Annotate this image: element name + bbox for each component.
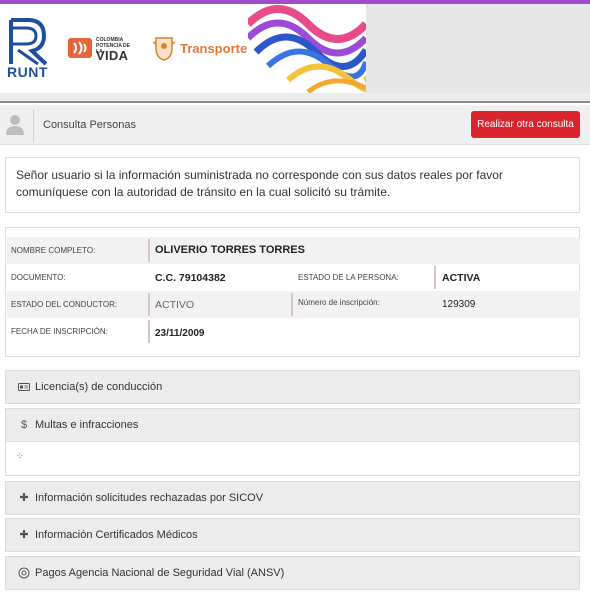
row-documento: DOCUMENTO: C.C. 79104382 ESTADO DE LA PE…: [7, 264, 580, 291]
row-estado-conductor: ESTADO DEL CONDUCTOR: ACTIVO Número de i…: [7, 291, 580, 318]
section-sicov-label: Información solicitudes rechazadas por S…: [35, 492, 264, 504]
id-card-icon: [18, 383, 30, 391]
plus-icon: ✚: [19, 492, 29, 504]
transporte-logo-text: Transporte: [180, 41, 248, 56]
estado-persona-value: ACTIVA: [442, 272, 481, 284]
dollar-icon: $: [20, 419, 28, 431]
documento-label: DOCUMENTO:: [11, 273, 66, 282]
nombre-value: OLIVERIO TORRES TORRES: [155, 244, 305, 256]
field-separator: [291, 293, 293, 316]
numero-inscripcion-label: Número de inscripción:: [298, 298, 380, 307]
section-multas-label: Multas e infracciones: [35, 419, 139, 431]
person-details-panel: NOMBRE COMPLETO: OLIVERIO TORRES TORRES …: [5, 227, 580, 357]
info-notice: Señor usuario si la información suminist…: [5, 157, 580, 213]
section-ansv-label: Pagos Agencia Nacional de Seguridad Vial…: [35, 567, 285, 579]
section-multas[interactable]: $ Multas e infracciones: [5, 408, 580, 442]
documento-value: C.C. 79104382: [155, 272, 226, 284]
payments-icon: [18, 567, 30, 579]
row-nombre: NOMBRE COMPLETO: OLIVERIO TORRES TORRES: [7, 237, 580, 264]
new-query-button[interactable]: Realizar otra consulta: [471, 111, 580, 138]
colombia-logo-icon: [68, 38, 92, 58]
section-licencias[interactable]: Licencia(s) de conducción: [5, 370, 580, 404]
estado-conductor-value: ACTIVO: [155, 299, 195, 311]
field-separator: [148, 320, 150, 343]
section-certificados-label: Información Certificados Médicos: [35, 529, 198, 541]
fecha-inscripcion-label: FECHA DE INSCRIPCIÓN:: [11, 327, 108, 336]
estado-persona-label: ESTADO DE LA PERSONA:: [298, 273, 399, 282]
estado-conductor-label: ESTADO DEL CONDUCTOR:: [11, 300, 118, 309]
plus-icon: ✚: [19, 529, 29, 541]
coat-of-arms-icon: [152, 37, 176, 61]
field-separator: [434, 266, 436, 289]
row-fecha-inscripcion: FECHA DE INSCRIPCIÓN: 23/11/2009: [7, 318, 580, 345]
banner-divider: [0, 101, 590, 103]
numero-inscripcion-value: 129309: [442, 299, 476, 310]
section-multas-body: ⁘: [5, 442, 580, 476]
section-ansv[interactable]: Pagos Agencia Nacional de Seguridad Vial…: [5, 556, 580, 590]
header-banner: RUNT COLOMBIA POTENCIA DE LA VIDA Transp…: [0, 0, 590, 103]
field-separator: [148, 293, 150, 316]
colombia-vida-text: VIDA: [96, 48, 129, 63]
loading-icon: ⁘: [16, 451, 24, 461]
runt-logo-text: RUNT: [7, 64, 48, 80]
banner-gray-area: [366, 4, 590, 96]
decorative-waves-icon: [248, 5, 366, 93]
fecha-inscripcion-value: 23/11/2009: [155, 328, 205, 339]
header-divider: [33, 109, 34, 143]
nombre-label: NOMBRE COMPLETO:: [11, 246, 96, 255]
user-icon: [6, 115, 24, 135]
page-title: Consulta Personas: [43, 119, 136, 131]
section-certificados[interactable]: ✚ Información Certificados Médicos: [5, 518, 580, 552]
section-sicov[interactable]: ✚ Información solicitudes rechazadas por…: [5, 481, 580, 515]
field-separator: [148, 239, 150, 262]
section-licencias-label: Licencia(s) de conducción: [35, 381, 163, 393]
